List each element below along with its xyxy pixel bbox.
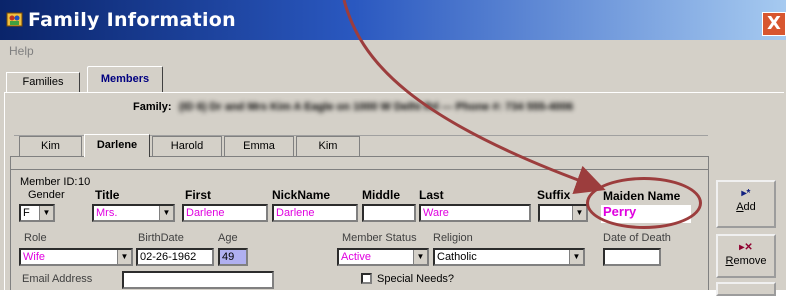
member-tab-darlene[interactable]: Darlene [84,134,150,157]
add-button[interactable]: ▸* Add [716,180,776,228]
title-select[interactable]: Mrs. ▼ [92,204,175,222]
highlight-ellipse [586,177,702,229]
member-tab-emma[interactable]: Emma [224,136,294,156]
remove-button-label: Remove [725,255,767,267]
first-name-label: First [185,188,212,202]
family-summary: (ID 6) Dr and Mrs Kim A Eagle on 1000 W … [179,101,574,113]
member-status-value: Active [341,251,371,263]
family-label: Family: [133,101,172,113]
email-address-label: Email Address [22,273,93,285]
add-button-label: Add [736,201,756,213]
window-title: Family Information [28,9,236,31]
email-address-field[interactable] [122,271,274,289]
suffix-select[interactable]: ▼ [538,204,588,222]
chevron-down-icon[interactable]: ▼ [413,250,427,264]
special-needs-label: Special Needs? [377,273,455,285]
last-name-field[interactable]: Ware [419,204,531,222]
age-field[interactable]: 49 [218,248,248,266]
chevron-down-icon[interactable]: ▼ [117,250,131,264]
gender-value: F [23,207,30,219]
title-label: Title [95,188,120,202]
religion-value: Catholic [437,251,477,263]
birthdate-field[interactable]: 02-26-1962 [136,248,214,266]
member-tab-kim[interactable]: Kim [19,136,82,156]
close-button[interactable]: X [762,12,786,36]
nickname-field[interactable]: Darlene [272,204,358,222]
member-status-select[interactable]: Active ▼ [337,248,429,266]
birthdate-label: BirthDate [138,232,184,244]
chevron-down-icon[interactable]: ▼ [569,250,583,264]
religion-select[interactable]: Catholic ▼ [433,248,585,266]
date-of-death-label: Date of Death [603,232,671,244]
tab-members[interactable]: Members [87,66,163,93]
middle-name-field[interactable] [362,204,416,222]
remove-button[interactable]: ▸✕ Remove [716,234,776,278]
tab-families[interactable]: Families [6,72,80,92]
member-status-label: Member Status [342,232,417,244]
member-id-label: Member ID: [20,176,78,188]
remove-record-icon: ▸✕ [739,242,753,253]
date-of-death-field[interactable] [603,248,661,266]
role-value: Wife [23,251,45,263]
special-needs-checkbox[interactable] [361,273,372,284]
chevron-down-icon[interactable]: ▼ [572,206,586,220]
religion-label: Religion [433,232,473,244]
menu-bar: Help [0,40,786,64]
member-tab-kim-2[interactable]: Kim [296,136,360,156]
member-tab-harold[interactable]: Harold [152,136,222,156]
family-app-icon [6,12,23,27]
first-name-field[interactable]: Darlene [182,204,268,222]
chevron-down-icon[interactable]: ▼ [39,206,53,220]
suffix-label: Suffix [537,188,571,202]
role-label: Role [24,232,47,244]
gender-select[interactable]: F ▼ [19,204,55,222]
title-value: Mrs. [96,207,118,219]
menu-item-help[interactable]: Help [9,44,34,58]
add-record-icon: ▸* [741,188,751,199]
more-button[interactable] [716,282,776,296]
middle-name-label: Middle [362,188,400,202]
member-id-value: 10 [78,176,91,188]
chevron-down-icon[interactable]: ▼ [159,206,173,220]
role-select[interactable]: Wife ▼ [19,248,133,266]
nickname-label: NickName [272,188,331,202]
last-name-label: Last [419,188,444,202]
age-label: Age [218,232,238,244]
gender-label: Gender [28,189,65,201]
